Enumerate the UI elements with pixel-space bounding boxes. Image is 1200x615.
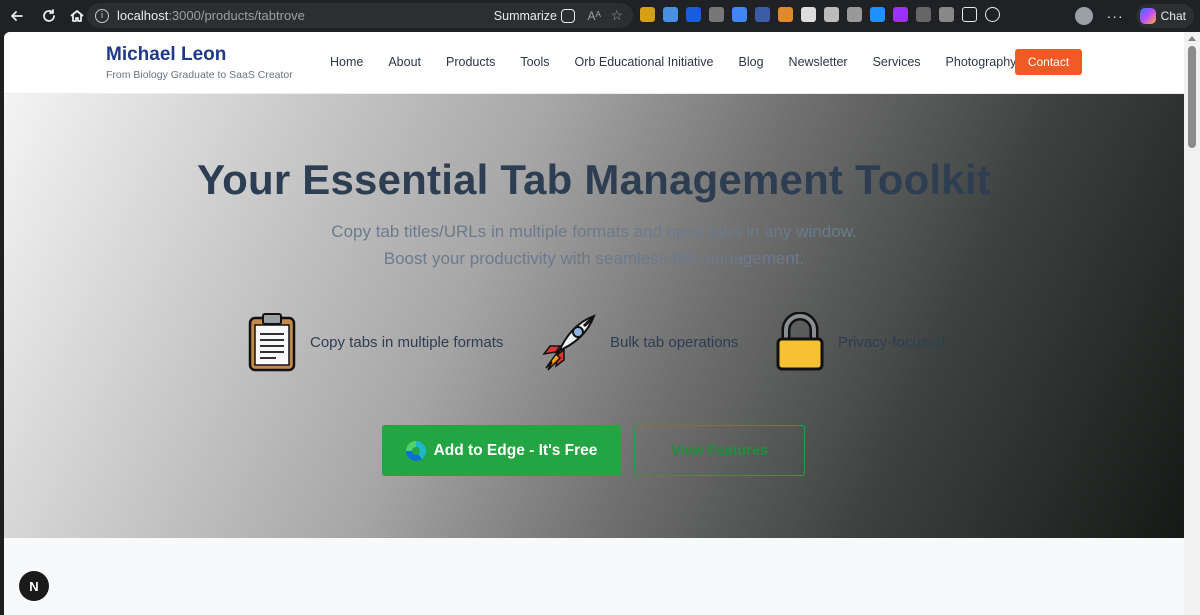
nav-tools[interactable]: Tools — [520, 55, 549, 69]
extension-icon[interactable] — [916, 7, 931, 22]
nav-blog[interactable]: Blog — [739, 55, 764, 69]
nav-products[interactable]: Products — [446, 55, 495, 69]
feature-label: Copy tabs in multiple formats — [310, 333, 504, 351]
extension-icon[interactable] — [870, 7, 885, 22]
scroll-up-icon[interactable] — [1188, 36, 1196, 41]
scrollbar-thumb[interactable] — [1188, 46, 1196, 148]
page-viewport: Michael Leon From Biology Graduate to Sa… — [4, 32, 1184, 615]
extension-icon[interactable] — [939, 7, 954, 22]
feature-label: Privacy-focused — [838, 333, 945, 351]
nav-orb-educational-initiative[interactable]: Orb Educational Initiative — [575, 55, 714, 69]
summarize-icon — [561, 8, 575, 23]
extension-icon[interactable] — [732, 7, 747, 22]
feature-privacy: Privacy-focused — [774, 312, 945, 372]
rocket-icon — [542, 314, 596, 371]
extension-icon[interactable] — [686, 7, 701, 22]
nav-services[interactable]: Services — [873, 55, 921, 69]
nav-newsletter[interactable]: Newsletter — [789, 55, 848, 69]
home-icon[interactable] — [66, 5, 88, 27]
nav-photography[interactable]: Photography — [946, 55, 1017, 69]
extension-icon[interactable] — [755, 7, 770, 22]
feature-bulk-operations: Bulk tab operations — [538, 312, 738, 372]
clipboard-icon — [248, 313, 296, 372]
copilot-icon — [1139, 8, 1156, 24]
reload-icon[interactable] — [38, 5, 60, 27]
brand-name[interactable]: Michael Leon — [106, 44, 226, 66]
contact-button[interactable]: Contact — [1015, 49, 1082, 75]
feature-label: Bulk tab operations — [610, 333, 739, 351]
extension-icon[interactable] — [640, 7, 655, 22]
extension-icon[interactable] — [824, 7, 839, 22]
page-scrollbar[interactable] — [1184, 32, 1200, 615]
nav-home[interactable]: Home — [330, 55, 363, 69]
add-to-edge-button[interactable]: Add to Edge - It's Free — [382, 425, 621, 476]
favorites-icon[interactable] — [985, 7, 1000, 22]
next-section — [4, 538, 1184, 615]
extension-icon[interactable] — [663, 7, 678, 22]
address-bar[interactable]: i localhost:3000/products/tabtrove Summa… — [87, 3, 633, 28]
brand-tagline: From Biology Graduate to SaaS Creator — [106, 69, 293, 81]
copilot-chat-button[interactable]: Chat — [1135, 4, 1194, 28]
extension-icon[interactable] — [847, 7, 862, 22]
extension-icon[interactable] — [801, 7, 816, 22]
nav-about[interactable]: About — [388, 55, 421, 69]
hero-section: Your Essential Tab Management Toolkit Co… — [4, 94, 1184, 538]
profile-avatar[interactable] — [1074, 7, 1093, 25]
extension-icon[interactable] — [709, 7, 724, 22]
lock-icon — [776, 312, 824, 371]
edge-icon — [405, 440, 426, 461]
extension-icon[interactable] — [778, 7, 793, 22]
main-nav: Home About Products Tools Orb Educationa… — [330, 55, 1041, 69]
hero-title: Your Essential Tab Management Toolkit — [197, 156, 991, 203]
extensions-icon[interactable] — [962, 7, 977, 22]
url-text[interactable]: localhost:3000/products/tabtrove — [117, 8, 305, 23]
info-icon[interactable]: i — [95, 8, 109, 23]
view-features-button[interactable]: View Features — [634, 425, 805, 476]
site-header: Michael Leon From Biology Graduate to Sa… — [4, 32, 1184, 94]
back-icon[interactable] — [6, 5, 28, 27]
extension-icon[interactable] — [893, 7, 908, 22]
read-aloud-icon[interactable]: Aᴬ — [588, 9, 601, 23]
hero-subtitle: Copy tab titles/URLs in multiple formats… — [331, 222, 857, 268]
summarize-button[interactable]: Summarize — [494, 8, 575, 23]
extensions-bar — [640, 7, 1000, 22]
nextjs-dev-badge[interactable]: N — [19, 571, 49, 601]
browser-toolbar: i localhost:3000/products/tabtrove Summa… — [0, 0, 1200, 32]
feature-copy-tabs: Copy tabs in multiple formats — [246, 312, 503, 372]
more-menu-icon[interactable]: ··· — [1107, 8, 1124, 24]
favorite-star-icon[interactable]: ☆ — [610, 7, 623, 24]
